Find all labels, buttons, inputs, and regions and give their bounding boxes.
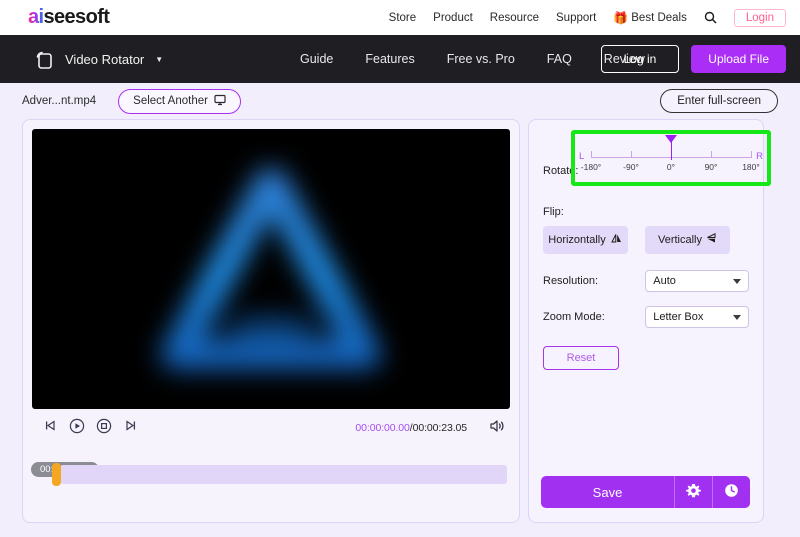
next-frame-button[interactable]: [123, 418, 138, 438]
video-preview-card: 00:00:00.00/00:00:23.05 00:00:00.00: [22, 119, 520, 523]
gift-icon: 🎁: [613, 10, 629, 25]
nav-features[interactable]: Features: [365, 52, 414, 66]
select-another-label: Select Another: [133, 95, 208, 107]
rotate-square-icon: [32, 47, 56, 71]
flip-buttons: Horizontally Vertically: [543, 226, 749, 254]
nav-product[interactable]: Product: [433, 12, 473, 24]
resolution-select[interactable]: Auto: [645, 270, 749, 292]
file-bar: Adver...nt.mp4 Select Another Enter full…: [0, 83, 800, 119]
chevron-down-icon: [733, 314, 741, 320]
save-button[interactable]: Save: [541, 476, 674, 508]
rotate-tick-label: 0°: [666, 162, 676, 172]
best-deals-label: Best Deals: [631, 11, 687, 24]
nav-free-vs-pro[interactable]: Free vs. Pro: [447, 52, 515, 66]
logo-seesoft-text: seesoft: [43, 6, 110, 28]
previous-frame-button[interactable]: [43, 418, 58, 438]
resolution-label: Resolution:: [543, 275, 599, 287]
rotate-tick: [711, 151, 712, 158]
flip-label: Flip:: [543, 206, 564, 218]
rotate-left-label: L: [579, 151, 585, 162]
monitor-icon: [214, 94, 226, 109]
flip-horizontally-button[interactable]: Horizontally: [543, 226, 628, 254]
speaker-icon[interactable]: [489, 419, 505, 438]
center-nav: Guide Features Free vs. Pro FAQ Review: [300, 35, 645, 83]
search-icon[interactable]: [704, 11, 717, 24]
rotate-tick-label: 90°: [704, 162, 718, 172]
app-brand[interactable]: Video Rotator ▼: [32, 47, 163, 71]
flip-horizontally-label: Horizontally: [548, 234, 606, 246]
rotate-tick-label: 180°: [742, 162, 760, 172]
rotate-thumb[interactable]: [665, 135, 677, 143]
file-name-label: Adver...nt.mp4: [22, 95, 97, 107]
logo-ai-text: ai: [28, 6, 44, 28]
zoom-mode-label: Zoom Mode:: [543, 311, 605, 323]
dark-nav-bar: Video Rotator ▼ Guide Features Free vs. …: [0, 35, 800, 83]
chevron-down-icon[interactable]: ▼: [155, 55, 163, 64]
rotate-slider[interactable]: L R -180° -90° 0° 90° 180°: [577, 135, 765, 179]
player-controls: 00:00:00.00/00:00:23.05: [23, 413, 519, 443]
settings-button[interactable]: [675, 476, 712, 508]
upload-file-button[interactable]: Upload File: [691, 45, 786, 73]
video-stage[interactable]: [32, 129, 510, 409]
chevron-down-icon: [733, 278, 741, 284]
gear-icon: [686, 483, 701, 501]
timeline-track[interactable]: [52, 463, 507, 486]
current-time: 00:00:00.00: [355, 422, 410, 434]
rotate-tick: [591, 151, 592, 158]
nav-actions: Log in Upload File: [600, 35, 786, 83]
log-in-button[interactable]: Log in: [600, 45, 680, 73]
app-title: Video Rotator: [65, 51, 145, 67]
rotate-right-label: R: [756, 151, 763, 162]
nav-best-deals[interactable]: 🎁 Best Deals: [613, 12, 687, 24]
resolution-value: Auto: [653, 275, 676, 287]
play-button[interactable]: [69, 418, 85, 439]
enter-fullscreen-button[interactable]: Enter full-screen: [660, 89, 778, 113]
rotate-tick-label: -180°: [580, 162, 602, 172]
history-button[interactable]: [713, 476, 750, 508]
zoom-mode-value: Letter Box: [653, 311, 704, 323]
flip-vertical-icon: [706, 232, 717, 248]
timeline: 00:00:00.00: [23, 462, 519, 486]
nav-support[interactable]: Support: [556, 12, 596, 24]
rotate-tick: [631, 151, 632, 158]
workspace: 00:00:00.00/00:00:23.05 00:00:00.00 Rota…: [0, 119, 800, 535]
nav-faq[interactable]: FAQ: [547, 52, 572, 66]
timeline-playhead[interactable]: [52, 463, 61, 486]
total-time: 00:00:23.05: [412, 422, 467, 434]
top-nav: Store Product Resource Support 🎁 Best De…: [389, 0, 786, 35]
rotate-tick: [751, 151, 752, 158]
resolution-row: Resolution: Auto: [543, 270, 749, 292]
top-header: ai seesoft Store Product Resource Support…: [0, 0, 800, 35]
zoom-mode-select[interactable]: Letter Box: [645, 306, 749, 328]
aiseesoft-logo[interactable]: ai seesoft: [28, 6, 110, 29]
zoom-mode-row: Zoom Mode: Letter Box: [543, 306, 749, 328]
clock-icon: [724, 483, 739, 501]
nav-store[interactable]: Store: [389, 12, 417, 24]
rotate-row: Rotate: L R -180° -90° 0° 90° 180°: [543, 130, 771, 198]
stop-button[interactable]: [96, 418, 112, 439]
nav-guide[interactable]: Guide: [300, 52, 333, 66]
rotate-thumb-stem: [670, 140, 672, 160]
flip-horizontal-icon: [610, 233, 623, 247]
flip-vertically-label: Vertically: [657, 234, 703, 246]
rotate-tick-label: -90°: [623, 162, 639, 172]
save-bar: Save: [541, 476, 750, 508]
login-button[interactable]: Login: [733, 8, 786, 27]
nav-resource[interactable]: Resource: [490, 12, 539, 24]
flip-vertically-button[interactable]: Vertically: [645, 226, 730, 254]
select-another-button[interactable]: Select Another: [118, 88, 241, 114]
video-frame-content: [161, 169, 381, 369]
settings-panel: Rotate: L R -180° -90° 0° 90° 180° Flip:: [528, 119, 771, 523]
reset-button[interactable]: Reset: [543, 346, 619, 370]
time-display: 00:00:00.00/00:00:23.05: [355, 422, 467, 434]
